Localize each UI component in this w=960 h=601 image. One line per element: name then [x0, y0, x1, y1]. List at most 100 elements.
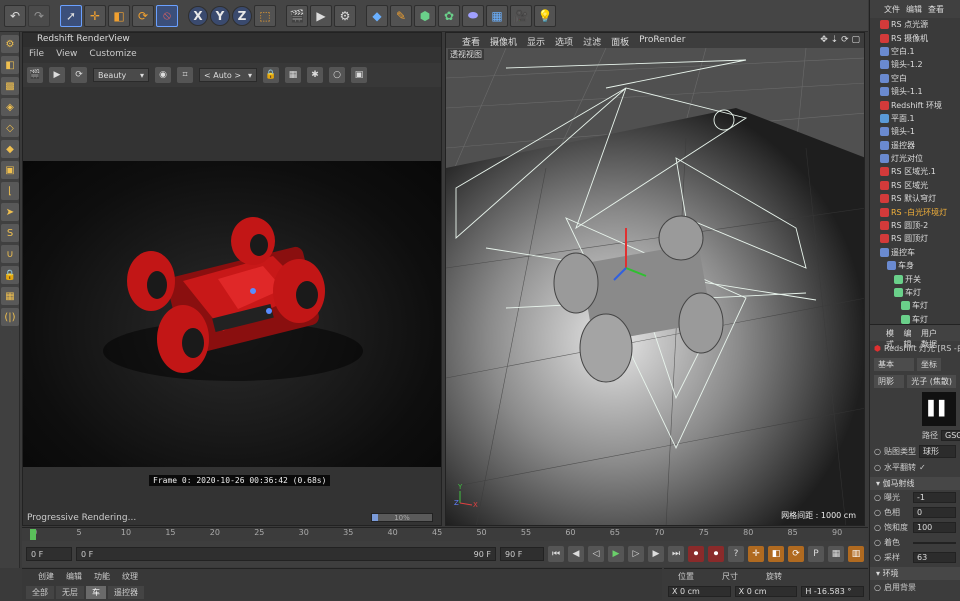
render-view-icon[interactable]: 🎬: [286, 4, 308, 27]
object-list-item[interactable]: 开关: [870, 272, 960, 285]
snap-icon[interactable]: S: [1, 224, 19, 242]
object-list-item[interactable]: RS 摄像机: [870, 31, 960, 44]
menu-file[interactable]: File: [29, 49, 44, 61]
array-icon[interactable]: ✿: [438, 4, 460, 27]
viewport-menu-options[interactable]: 选项: [555, 35, 573, 48]
next-key-icon[interactable]: ▶: [648, 546, 664, 562]
object-list-item[interactable]: RS 默认穹灯: [870, 192, 960, 205]
polygons-mode-icon[interactable]: ▣: [1, 161, 19, 179]
redo-icon[interactable]: ↷: [28, 4, 50, 27]
select-icon[interactable]: ➚: [60, 4, 82, 27]
model-mode-icon[interactable]: ◧: [1, 56, 19, 74]
object-list-item[interactable]: 镜头-1: [870, 125, 960, 138]
rotation-h-field[interactable]: H -16.583 °: [801, 586, 865, 597]
lock-icon[interactable]: 🔒: [263, 67, 279, 83]
menu-view[interactable]: View: [56, 49, 77, 61]
refresh-icon[interactable]: ⟳: [71, 67, 87, 83]
timeline-ruler[interactable]: 051015202530354045505560657075808590: [22, 527, 868, 541]
previous-key-icon[interactable]: ◀: [568, 546, 584, 562]
size-x-field[interactable]: X 0 cm: [734, 586, 798, 597]
rotate-icon[interactable]: ⟳: [132, 4, 154, 27]
mat-tab-remote[interactable]: 遥控器: [108, 586, 144, 599]
record-icon[interactable]: ⏺: [688, 546, 704, 562]
object-list-item[interactable]: 车灯: [870, 286, 960, 299]
render-canvas[interactable]: [23, 161, 441, 467]
end-frame-field[interactable]: 90 F: [500, 547, 544, 561]
om-menu-view[interactable]: 查看: [928, 4, 944, 14]
mat-menu-create[interactable]: 创建: [38, 571, 54, 582]
playhead[interactable]: [30, 529, 36, 540]
object-list-item[interactable]: RS -白光环境灯: [870, 205, 960, 218]
x-axis-icon[interactable]: X: [188, 5, 208, 26]
attr-field-value[interactable]: [912, 541, 956, 544]
attr-tab-shadow[interactable]: 阴影: [874, 375, 905, 388]
crop-icon[interactable]: ⌗: [177, 67, 193, 83]
object-list-item[interactable]: 遥控车: [870, 246, 960, 259]
pen-icon[interactable]: ✎: [390, 4, 412, 27]
attr-field-value[interactable]: 100: [912, 522, 956, 533]
timeline-window-icon[interactable]: ▥: [848, 546, 864, 562]
radio-icon[interactable]: ○: [874, 523, 881, 532]
deformer-icon[interactable]: ⬬: [462, 4, 484, 27]
key-pla-icon[interactable]: ▦: [828, 546, 844, 562]
radio-icon[interactable]: ○: [874, 447, 881, 456]
attr-maptype-select[interactable]: 球形: [918, 445, 956, 458]
go-to-end-icon[interactable]: ⏭: [668, 546, 684, 562]
lock-icon[interactable]: 🔒: [1, 266, 19, 284]
object-list-item[interactable]: 镜头-1.1: [870, 85, 960, 98]
mat-tab-car[interactable]: 车: [86, 586, 106, 599]
keyframe-selection-icon[interactable]: ?: [728, 546, 744, 562]
mat-tab-no-layer[interactable]: 无层: [56, 586, 84, 599]
object-list-item[interactable]: 车灯: [870, 313, 960, 324]
light-icon[interactable]: 💡: [534, 4, 556, 27]
attr-tab-coord[interactable]: 坐标: [917, 358, 941, 371]
object-list-item[interactable]: Redshift 环境: [870, 98, 960, 111]
go-to-start-icon[interactable]: ⏮: [548, 546, 564, 562]
mat-menu-texture[interactable]: 纹理: [122, 571, 138, 582]
object-list-item[interactable]: 车身: [870, 259, 960, 272]
om-menu-edit[interactable]: 编辑: [906, 4, 922, 14]
autokey-icon[interactable]: ⏺: [708, 546, 724, 562]
object-list-item[interactable]: 平面.1: [870, 112, 960, 125]
attr-menu-edit[interactable]: 编辑: [904, 328, 916, 349]
points-mode-icon[interactable]: ◇: [1, 119, 19, 137]
key-param-icon[interactable]: P: [808, 546, 824, 562]
object-list-item[interactable]: 空白: [870, 72, 960, 85]
attr-field-value[interactable]: 63: [912, 552, 956, 563]
viewport-menu-filter[interactable]: 过滤: [583, 35, 601, 48]
render-settings-icon[interactable]: ⚙: [334, 4, 356, 27]
hdri-thumbnail[interactable]: ▌▌: [922, 392, 956, 426]
move-icon[interactable]: ✛: [84, 4, 106, 27]
object-list-item[interactable]: 车灯: [870, 299, 960, 312]
magnet-icon[interactable]: ∪: [1, 245, 19, 263]
image-icon[interactable]: ▣: [351, 67, 367, 83]
play-icon[interactable]: ▶: [608, 546, 624, 562]
gamma-section-header[interactable]: ▾ 伽马射线: [870, 477, 960, 490]
attr-path-field[interactable]: GSG: [941, 430, 960, 441]
om-menu-file[interactable]: 文件: [884, 4, 900, 14]
radio-icon[interactable]: ○: [874, 493, 881, 502]
recent-tools-icon[interactable]: ⦸: [156, 4, 178, 27]
aov-select[interactable]: Beauty ▾: [93, 68, 149, 82]
make-editable-icon[interactable]: ⚙: [1, 35, 19, 53]
circle-icon[interactable]: ○: [329, 67, 345, 83]
mat-menu-edit[interactable]: 编辑: [66, 571, 82, 582]
position-x-field[interactable]: X 0 cm: [668, 586, 731, 597]
attr-menu-mode[interactable]: 模式: [886, 328, 898, 349]
viewport-menu-view[interactable]: 查看: [462, 35, 480, 48]
workplane-icon[interactable]: ◈: [1, 98, 19, 116]
camera-icon[interactable]: 🎥: [510, 4, 532, 27]
zoom-select[interactable]: < Auto > ▾: [199, 68, 257, 82]
radio-icon[interactable]: ○: [874, 538, 881, 547]
previous-frame-icon[interactable]: ◁: [588, 546, 604, 562]
grid-icon[interactable]: ▦: [1, 287, 19, 305]
object-list-item[interactable]: RS 圆顶-2: [870, 219, 960, 232]
attr-tab-photon[interactable]: 光子 (焦散): [907, 375, 956, 388]
menu-customize[interactable]: Customize: [89, 49, 136, 61]
z-axis-icon[interactable]: Z: [232, 5, 252, 26]
mat-tab-all[interactable]: 全部: [26, 586, 54, 599]
object-list-item[interactable]: RS 圆顶灯: [870, 232, 960, 245]
key-position-icon[interactable]: ✛: [748, 546, 764, 562]
next-frame-icon[interactable]: ▷: [628, 546, 644, 562]
render-picture-viewer-icon[interactable]: ▶: [310, 4, 332, 27]
